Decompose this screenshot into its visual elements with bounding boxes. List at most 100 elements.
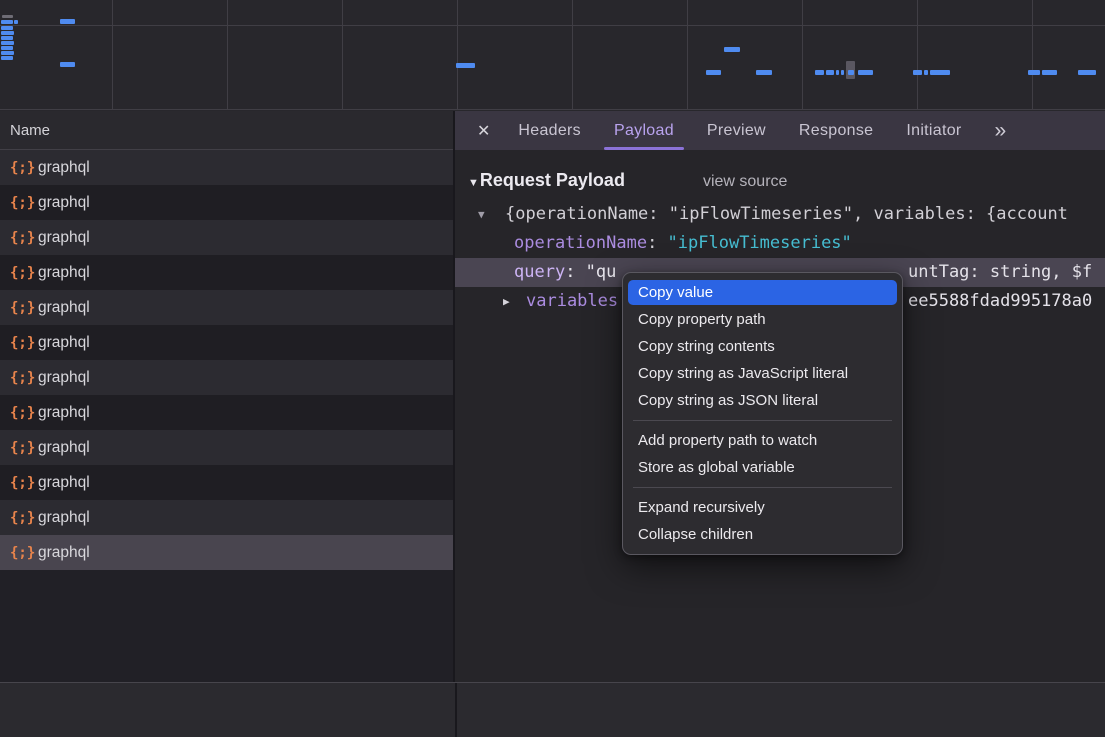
timeline-request-bar[interactable] [724, 47, 740, 52]
request-name-label: graphql [38, 544, 90, 562]
network-panel-body: Name {;}graphql{;}graphql{;}graphql{;}gr… [0, 111, 1105, 737]
json-braces-icon: {;} [10, 230, 38, 246]
payload-preview-row[interactable]: ▼ {operationName: "ipFlowTimeseries", va… [455, 200, 1105, 229]
request-row[interactable]: {;}graphql [0, 325, 453, 360]
timeline-request-bar[interactable] [1042, 70, 1057, 75]
timeline-gridline [917, 0, 918, 109]
timeline-request-bar[interactable] [924, 70, 928, 75]
section-title: Request Payload [480, 170, 625, 191]
request-row[interactable]: {;}graphql [0, 465, 453, 500]
menu-item-store-as-global-variable[interactable]: Store as global variable [628, 455, 897, 480]
timeline-gridline [802, 0, 803, 109]
json-braces-icon: {;} [10, 440, 38, 456]
request-list: {;}graphql{;}graphql{;}graphql{;}graphql… [0, 150, 453, 570]
timeline-request-bar[interactable] [1, 41, 14, 45]
timeline-gridline [572, 0, 573, 109]
request-name-label: graphql [38, 264, 90, 282]
collapse-triangle-icon[interactable]: ▼ [468, 177, 479, 189]
menu-item-copy-string-as-json-literal[interactable]: Copy string as JSON literal [628, 388, 897, 413]
request-row[interactable]: {;}graphql [0, 185, 453, 220]
timeline-request-bar[interactable] [706, 70, 721, 75]
devtools-window: Name {;}graphql{;}graphql{;}graphql{;}gr… [0, 0, 1105, 737]
timeline-request-bar[interactable] [1, 56, 13, 60]
timeline-request-bar[interactable] [836, 70, 839, 75]
payload-preview-text: {operationName: "ipFlowTimeseries", vari… [505, 200, 1068, 229]
timeline-request-bar[interactable] [1, 20, 13, 24]
tab-headers[interactable]: Headers [518, 111, 581, 150]
tabs-container: Headers Payload Preview Response Initiator [518, 111, 994, 150]
timeline-request-bar[interactable] [1028, 70, 1040, 75]
timeline-request-bar[interactable] [1, 31, 14, 35]
timeline-request-bar[interactable] [1, 36, 13, 40]
property-value: "ipFlowTimeseries" [668, 233, 852, 253]
footer-divider-line [0, 682, 1105, 683]
view-source-link[interactable]: view source [703, 173, 787, 191]
json-braces-icon: {;} [10, 510, 38, 526]
request-name-label: graphql [38, 229, 90, 247]
operation-name-row[interactable]: operationName: "ipFlowTimeseries" [455, 229, 1105, 258]
timeline-gridline [457, 0, 458, 109]
request-name-label: graphql [38, 159, 90, 177]
request-name-label: graphql [38, 369, 90, 387]
tab-preview[interactable]: Preview [707, 111, 766, 150]
timeline-request-bar[interactable] [756, 70, 772, 75]
menu-item-copy-property-path[interactable]: Copy property path [628, 307, 897, 332]
timeline-request-bar[interactable] [60, 62, 75, 67]
expand-triangle-icon[interactable]: ▶ [503, 287, 510, 316]
timeline-request-bar[interactable] [1, 51, 14, 55]
timeline-request-bar[interactable] [913, 70, 922, 75]
timeline-gridline [342, 0, 343, 109]
timeline-request-bar[interactable] [815, 70, 824, 75]
timeline-gridline [0, 25, 1105, 26]
property-value-right: ee5588fdad995178a0 [908, 287, 1092, 316]
panel-divider[interactable] [455, 683, 457, 737]
timeline-request-bar[interactable] [858, 70, 873, 75]
request-row[interactable]: {;}graphql [0, 360, 453, 395]
tab-response[interactable]: Response [799, 111, 873, 150]
expand-triangle-icon[interactable]: ▼ [478, 200, 485, 229]
timeline-request-bar[interactable] [2, 15, 13, 18]
timeline-request-bar[interactable] [1, 26, 13, 30]
name-column-header[interactable]: Name [0, 111, 453, 150]
json-braces-icon: {;} [10, 475, 38, 491]
json-braces-icon: {;} [10, 545, 38, 561]
request-row[interactable]: {;}graphql [0, 290, 453, 325]
request-row[interactable]: {;}graphql [0, 150, 453, 185]
name-column-label: Name [10, 122, 50, 139]
request-row[interactable]: {;}graphql [0, 255, 453, 290]
json-braces-icon: {;} [10, 160, 38, 176]
more-tabs-icon[interactable]: » [995, 120, 1007, 141]
timeline-request-bar[interactable] [14, 20, 18, 24]
timeline-request-bar[interactable] [1, 46, 13, 50]
request-row[interactable]: {;}graphql [0, 535, 453, 570]
menu-item-copy-value[interactable]: Copy value [628, 280, 897, 305]
network-overview-timeline[interactable] [0, 0, 1105, 110]
timeline-request-bar[interactable] [1078, 70, 1096, 75]
timeline-gridline [687, 0, 688, 109]
timeline-request-bar[interactable] [60, 19, 75, 24]
timeline-request-bar[interactable] [841, 70, 844, 75]
request-row[interactable]: {;}graphql [0, 500, 453, 535]
request-name-label: graphql [38, 404, 90, 422]
request-payload-section-header[interactable]: ▼ Request Payload view source [468, 170, 1105, 191]
request-row[interactable]: {;}graphql [0, 395, 453, 430]
request-row[interactable]: {;}graphql [0, 430, 453, 465]
json-braces-icon: {;} [10, 370, 38, 386]
timeline-request-bar[interactable] [456, 63, 475, 68]
close-details-icon[interactable]: ✕ [477, 121, 490, 141]
timeline-request-bar[interactable] [826, 70, 834, 75]
menu-item-add-property-path-to-watch[interactable]: Add property path to watch [628, 428, 897, 453]
timeline-request-bar[interactable] [848, 70, 854, 75]
menu-item-copy-string-contents[interactable]: Copy string contents [628, 334, 897, 359]
menu-item-copy-string-as-javascript-literal[interactable]: Copy string as JavaScript literal [628, 361, 897, 386]
request-name-label: graphql [38, 194, 90, 212]
timeline-gridline [227, 0, 228, 109]
property-key: query [514, 262, 565, 282]
tab-payload[interactable]: Payload [614, 111, 674, 150]
request-row[interactable]: {;}graphql [0, 220, 453, 255]
timeline-request-bar[interactable] [930, 70, 950, 75]
menu-item-expand-recursively[interactable]: Expand recursively [628, 495, 897, 520]
menu-item-collapse-children[interactable]: Collapse children [628, 522, 897, 547]
tab-initiator[interactable]: Initiator [906, 111, 961, 150]
request-name-label: graphql [38, 509, 90, 527]
